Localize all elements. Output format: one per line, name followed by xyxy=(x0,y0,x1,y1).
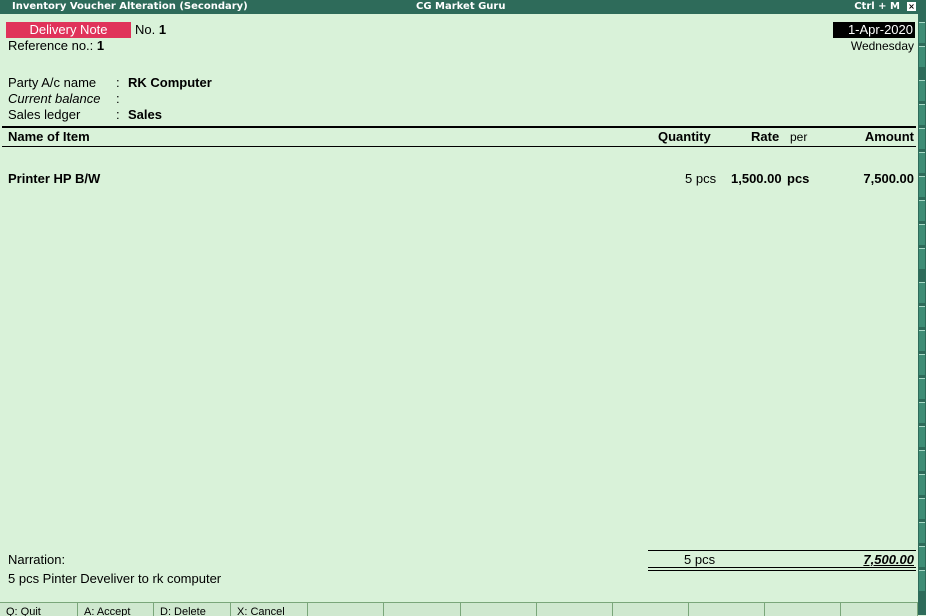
balance-colon: : xyxy=(116,91,120,106)
right-bar-button[interactable] xyxy=(919,200,925,221)
col-quantity-header: Quantity xyxy=(658,129,711,144)
sales-ledger-colon: : xyxy=(116,107,120,122)
bottom-button-bar: Q: Quit A: Accept D: Delete X: Cancel xyxy=(0,602,918,616)
close-icon[interactable]: × xyxy=(907,2,916,11)
bottom-bar-button[interactable] xyxy=(841,603,918,616)
bottom-bar-button[interactable] xyxy=(461,603,537,616)
narration-text[interactable]: 5 pcs Pinter Develiver to rk computer xyxy=(8,571,221,586)
right-bar-button[interactable] xyxy=(919,546,925,567)
totals-double-line-1 xyxy=(648,567,916,568)
header-top-divider xyxy=(2,126,916,128)
company-name: CG Market Guru xyxy=(416,1,506,12)
sales-ledger-label: Sales ledger xyxy=(8,107,81,122)
right-bar-button[interactable] xyxy=(919,282,925,303)
right-button-bar xyxy=(918,0,926,615)
right-bar-button[interactable] xyxy=(919,248,925,269)
accept-button[interactable]: A: Accept xyxy=(78,603,154,616)
voucher-weekday: Wednesday xyxy=(850,39,914,53)
bottom-bar-button[interactable] xyxy=(765,603,841,616)
item-per[interactable]: pcs xyxy=(787,171,809,186)
item-rate[interactable]: 1,500.00 xyxy=(731,171,782,186)
right-bar-button[interactable] xyxy=(919,522,925,543)
col-rate-header: Rate xyxy=(751,129,780,144)
item-amount[interactable]: 7,500.00 xyxy=(863,171,914,186)
bottom-bar-button[interactable] xyxy=(613,603,689,616)
right-bar-button[interactable] xyxy=(919,450,925,471)
narration-label: Narration: xyxy=(8,552,66,567)
right-bar-button[interactable] xyxy=(919,224,925,245)
right-bar-button[interactable] xyxy=(919,498,925,519)
reference-value: 1 xyxy=(96,38,105,53)
voucher-date[interactable]: 1-Apr-2020 xyxy=(833,22,915,38)
right-bar-button[interactable] xyxy=(919,176,925,197)
window-title: Inventory Voucher Alteration (Secondary) xyxy=(12,1,248,12)
right-bar-button[interactable] xyxy=(919,306,925,327)
right-bar-button[interactable] xyxy=(919,474,925,495)
totals-top-line xyxy=(648,550,916,551)
item-quantity[interactable]: 5 pcs xyxy=(685,171,716,186)
bottom-bar-button[interactable] xyxy=(384,603,461,616)
delete-button[interactable]: D: Delete xyxy=(154,603,231,616)
right-bar-button[interactable] xyxy=(919,22,925,43)
right-bar-button[interactable] xyxy=(919,128,925,149)
col-name-header: Name of Item xyxy=(8,129,90,144)
right-bar-button[interactable] xyxy=(919,104,925,125)
right-bar-button[interactable] xyxy=(919,402,925,423)
quit-button[interactable]: Q: Quit xyxy=(0,603,78,616)
col-per-header: per xyxy=(790,130,808,144)
shortcut-hint[interactable]: Ctrl + M xyxy=(854,1,900,12)
bottom-bar-button[interactable] xyxy=(308,603,384,616)
right-bar-button[interactable] xyxy=(919,46,925,67)
total-quantity: 5 pcs xyxy=(684,552,716,567)
voucher-number[interactable]: No. 1 xyxy=(135,22,166,37)
voucher-type-badge[interactable]: Delivery Note xyxy=(6,22,131,38)
balance-label: Current balance xyxy=(8,91,101,106)
right-bar-button[interactable] xyxy=(919,152,925,173)
sales-ledger-value[interactable]: Sales xyxy=(128,107,162,122)
right-bar-button[interactable] xyxy=(919,426,925,447)
party-value[interactable]: RK Computer xyxy=(128,75,212,90)
totals-double-line-2 xyxy=(648,570,916,571)
reference-label: Reference no.: xyxy=(8,38,94,53)
col-amount-header: Amount xyxy=(864,129,914,144)
header-bottom-divider xyxy=(2,146,916,147)
right-bar-button[interactable] xyxy=(919,378,925,399)
voucher-form: Delivery Note No. 1 Reference no.: 1 1-A… xyxy=(0,14,918,602)
party-label: Party A/c name xyxy=(8,75,97,90)
right-bar-button[interactable] xyxy=(919,330,925,351)
total-amount: 7,500.00 xyxy=(863,552,914,567)
reference-field[interactable]: Reference no.: 1 xyxy=(8,38,104,53)
title-bar: Inventory Voucher Alteration (Secondary)… xyxy=(0,0,918,14)
voucher-number-value: 1 xyxy=(158,22,167,37)
right-bar-button[interactable] xyxy=(919,570,925,591)
voucher-number-label: No. xyxy=(135,22,156,37)
bottom-bar-button[interactable] xyxy=(537,603,613,616)
cancel-button[interactable]: X: Cancel xyxy=(231,603,308,616)
right-bar-button[interactable] xyxy=(919,80,925,101)
party-colon: : xyxy=(116,75,120,90)
bottom-bar-button[interactable] xyxy=(689,603,765,616)
right-bar-button[interactable] xyxy=(919,354,925,375)
item-name[interactable]: Printer HP B/W xyxy=(8,171,100,186)
